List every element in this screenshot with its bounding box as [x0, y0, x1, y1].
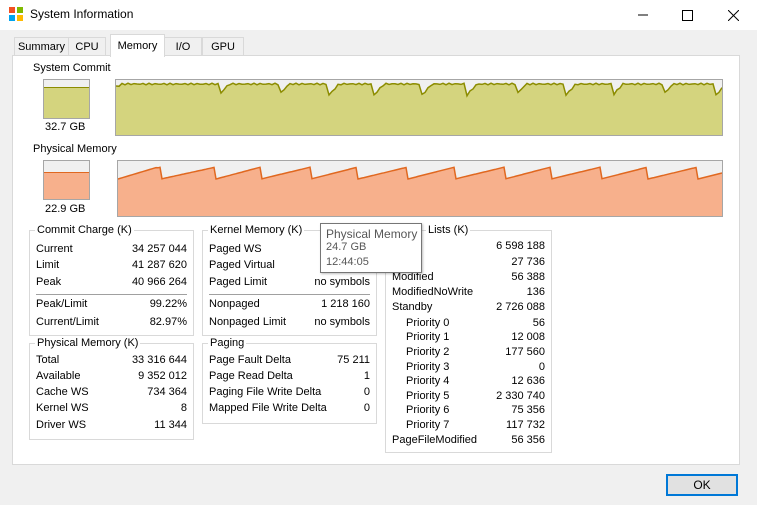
- tab-cpu[interactable]: CPU: [68, 37, 106, 56]
- phys-cache-ws-row: Cache WS 734 364: [36, 386, 187, 398]
- meter-fill: [44, 171, 89, 199]
- kernel-memory-title: Kernel Memory (K): [208, 224, 305, 236]
- kernel-nonpaged-limit-row: Nonpaged Limit no symbols: [209, 316, 370, 328]
- commit-limit-row: Limit 41 287 620: [36, 259, 187, 271]
- close-button[interactable]: [710, 0, 756, 30]
- tab-io[interactable]: I/O: [164, 37, 202, 56]
- close-icon: [727, 9, 739, 21]
- graph-tooltip: Physical Memory 24.7 GB 12:44:05: [320, 223, 422, 273]
- phys-available-row: Available 9 352 012: [36, 370, 187, 382]
- physical-memory-value: 22.9 GB: [45, 203, 86, 215]
- phys-kernel-ws-row: Kernel WS 8: [36, 402, 187, 414]
- commit-peak-limit-row: Peak/Limit 99.22%: [36, 298, 187, 310]
- ok-button[interactable]: OK: [666, 474, 738, 496]
- lists-row: PageFileModified 56 356: [392, 434, 545, 446]
- maximize-button[interactable]: [664, 0, 710, 30]
- physical-memory-group-title: Physical Memory (K): [35, 337, 141, 349]
- lists-row: Priority 7 117 732: [406, 419, 545, 431]
- system-info-icon: [9, 7, 23, 21]
- window-title: System Information: [30, 7, 134, 21]
- tooltip-value: 24.7 GB: [326, 241, 367, 253]
- lists-row: Priority 4 12 636: [406, 375, 545, 387]
- paging-title: Paging: [208, 337, 247, 349]
- kernel-separator: [209, 294, 370, 295]
- physical-memory-label: Physical Memory: [33, 143, 117, 155]
- paging-group: Paging Page Fault Delta 75 211 Page Read …: [202, 337, 377, 424]
- minimize-icon: [638, 14, 648, 16]
- paging-fault-delta-row: Page Fault Delta 75 211: [209, 354, 370, 366]
- lists-row: Modified 56 388: [392, 271, 545, 283]
- lists-row: Priority 6 75 356: [406, 404, 545, 416]
- commit-charge-group: Commit Charge (K) Current 34 257 044 Limi…: [29, 224, 194, 336]
- tab-gpu[interactable]: GPU: [202, 37, 244, 56]
- kernel-nonpaged-row: Nonpaged 1 218 160: [209, 298, 370, 310]
- lists-row: Priority 1 12 008: [406, 331, 545, 343]
- physical-memory-graph: [117, 160, 723, 217]
- paging-file-write-delta-row: Paging File Write Delta 0: [209, 386, 370, 398]
- system-commit-meter: [43, 79, 90, 119]
- lists-title: Lists (K): [426, 224, 471, 236]
- physical-memory-meter: [43, 160, 90, 200]
- system-commit-value: 32.7 GB: [45, 121, 86, 133]
- system-commit-label: System Commit: [33, 62, 111, 74]
- lists-row: ModifiedNoWrite 136: [392, 286, 545, 298]
- tab-summary[interactable]: Summary: [14, 37, 69, 56]
- system-commit-history-chart: [116, 82, 722, 135]
- phys-total-row: Total 33 316 644: [36, 354, 187, 366]
- meter-fill: [44, 86, 89, 118]
- phys-driver-ws-row: Driver WS 11 344: [36, 419, 187, 431]
- commit-current-row: Current 34 257 044: [36, 243, 187, 255]
- history-area: [116, 83, 722, 135]
- commit-peak-row: Peak 40 966 264: [36, 276, 187, 288]
- commit-current-limit-row: Current/Limit 82.97%: [36, 316, 187, 328]
- tooltip-title: Physical Memory: [326, 227, 418, 241]
- paging-read-delta-row: Page Read Delta 1: [209, 370, 370, 382]
- lists-row: Priority 2 177 560: [406, 346, 545, 358]
- system-commit-graph: [115, 79, 723, 136]
- commit-separator: [36, 294, 187, 295]
- title-bar: System Information: [0, 0, 757, 30]
- tooltip-time: 12:44:05: [326, 256, 369, 268]
- minimize-button[interactable]: [620, 0, 666, 30]
- commit-charge-title: Commit Charge (K): [35, 224, 134, 236]
- physical-memory-group: Physical Memory (K) Total 33 316 644 Avai…: [29, 337, 194, 440]
- lists-row: Standby 2 726 088: [392, 301, 545, 313]
- history-area: [118, 167, 722, 216]
- kernel-paged-limit-row: Paged Limit no symbols: [209, 276, 370, 288]
- maximize-icon: [681, 9, 693, 21]
- physical-memory-history-chart: [118, 166, 722, 216]
- mapped-file-write-delta-row: Mapped File Write Delta 0: [209, 402, 370, 414]
- tab-memory[interactable]: Memory: [110, 34, 165, 57]
